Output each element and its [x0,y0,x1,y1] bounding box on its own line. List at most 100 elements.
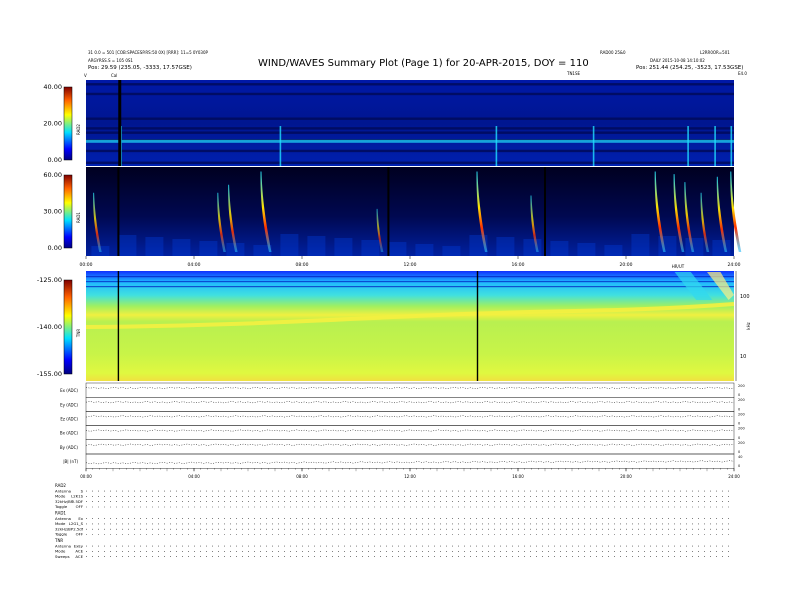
rad2-event [592,126,595,166]
rad1-noise-patch [631,234,650,256]
rad1-xtick-label: 08:00 [296,262,309,268]
status-row-value: OFF [76,532,83,537]
status-row-key: Mode [55,549,66,554]
hk-trace [85,443,735,446]
tnr-right-tick: 100 [740,294,750,300]
status-block-title: RAD2 [55,483,66,488]
rad2-event [714,126,716,166]
rad1-xtick-label: 04:00 [188,262,201,268]
tnr-colorbar-tick: -140.00 [37,323,62,331]
tnr-time-label: HR/UT [672,264,685,269]
status-row-value: L2G1_S [69,521,84,526]
rad2-dark-band [86,127,734,130]
status-row-key: Antenna [55,516,71,521]
rad1-colorbar-tick: 0.00 [48,244,62,252]
rad1-noise-patch [415,244,434,256]
hk-tick: 0 [738,436,740,440]
tnr-line [476,271,479,381]
hk-xtick-label: 04:00 [188,474,200,479]
rad1-panel: 00:00 04:00 08:00 12:00 16:00 20:00 24:00 60.00… [43,167,742,268]
rad1-noise-patch [361,240,380,256]
tnr-colorbar-tick: -125.00 [37,276,62,284]
rad2-dark-band [86,149,734,153]
hk-panel-frame [85,382,735,398]
tnr-label: TNR [76,329,81,338]
tnr-line [117,271,120,381]
rad1-noise-patch [307,236,326,256]
status-row-value: OFF [76,504,83,509]
rad2-event [687,126,689,166]
rad2-event [279,126,282,166]
hk-trace [85,386,735,389]
rad1-noise-patch [442,246,461,256]
tnr-colorbar [63,279,73,375]
rad1-noise-patch [280,234,299,256]
hk-trace [85,415,735,418]
hk-panel-label: Ey (ADC) [60,402,78,407]
status-row-key: 32kHz/BP [55,526,74,531]
hk-trace [85,429,735,432]
status-block-title: RAD1 [55,511,66,516]
hk-xtick-label: 12:00 [404,474,416,479]
rad2-colorbar-tick: 20.00 [43,120,62,128]
status-area: RAD2Antenna SMode L2K1S32kHz/BP2.5DFToggle… [54,483,734,559]
status-row-key: Toggle [54,504,68,509]
rad2-colorbar-tick: 0.00 [48,156,62,164]
housekeeping-panel: Ex (ADC)2000Ey (ADC)2000Ez (ADC)2000Bx (… [60,382,745,479]
status-row-value: L2K1S [71,494,83,499]
hk-xtick-label: 16:00 [512,474,524,479]
hk-panel-label: Bx (ADC) [60,431,79,436]
status-block-title: TNR [54,538,63,543]
status-row-value: ExEy [74,543,84,548]
hk-xtick-label: 08:00 [296,474,308,479]
rad1-colorbar-tick: 30.00 [43,208,62,216]
hk-trace [85,401,735,404]
rad1-xtick-label: 16:00 [512,262,525,268]
hk-tick: 200 [738,441,745,445]
rad1-xtick-label: 24:00 [728,262,741,268]
hk-tick: 200 [738,398,745,402]
rad1-noise-patch [118,235,137,256]
status-row-value: ACE [75,549,83,554]
hk-panel-label: Ex (ADC) [60,388,78,393]
status-row-value: ACE [75,554,83,559]
rad1-colorbar [63,174,73,249]
tnr-stripe [86,276,734,278]
status-row-value: Ex [78,516,83,521]
tnr-right-label: kHz [746,322,751,329]
tnr-colorbar-tick: -155.00 [37,370,62,378]
summary-plot: 40.0020.000.00RAD2 00:00 04:00 08:00 12:00 1… [37,80,751,559]
rad1-noise-patch [550,241,569,256]
rad1-dark-line [387,167,390,256]
rad2-dark-band [86,83,734,86]
hk-panel-label: Ez (ADC) [60,417,78,422]
hk-xtick-label: 00:00 [80,474,92,479]
hk-tick: 200 [738,412,745,416]
status-row-key: Toggle [54,532,68,537]
rad2-panel: 40.00 20.00 0.00 RAD2 [43,80,734,166]
status-row-key: Sweeps [55,554,70,559]
rad2-dark-band [86,131,734,134]
rad2-colorbar [63,86,73,161]
hk-xtick-label: 20:00 [620,474,632,479]
rad1-noise-patch [685,238,704,256]
hk-panel-label: |B| (nT) [63,459,78,464]
rad1-noise-patch [712,240,731,256]
rad1-xtick-label: 20:00 [620,262,633,268]
hk-xtick-label: 24:00 [728,474,740,479]
hk-tick: 0 [738,422,740,426]
rad2-label: RAD2 [76,124,81,135]
rad1-dark-line [117,167,120,256]
hk-panel-frame [85,425,735,441]
tnr-right-tick: 10 [740,354,746,360]
status-row-key: Mode [55,494,66,499]
rad2-dark-band [86,117,734,120]
rad2-cyan-band [86,139,734,143]
rad1-noise-patch [145,237,164,256]
tnr-panel: 100 10 kHz HR/UT -125.00 -140.00 -155.00 TNR [37,264,751,381]
rad1-noise-patch [388,242,407,256]
hk-panel-frame [85,453,735,469]
rad1-colorbar-tick: 60.00 [43,171,62,179]
hk-panel-label: By (ADC) [60,445,79,450]
tnr-stripe [86,281,734,283]
